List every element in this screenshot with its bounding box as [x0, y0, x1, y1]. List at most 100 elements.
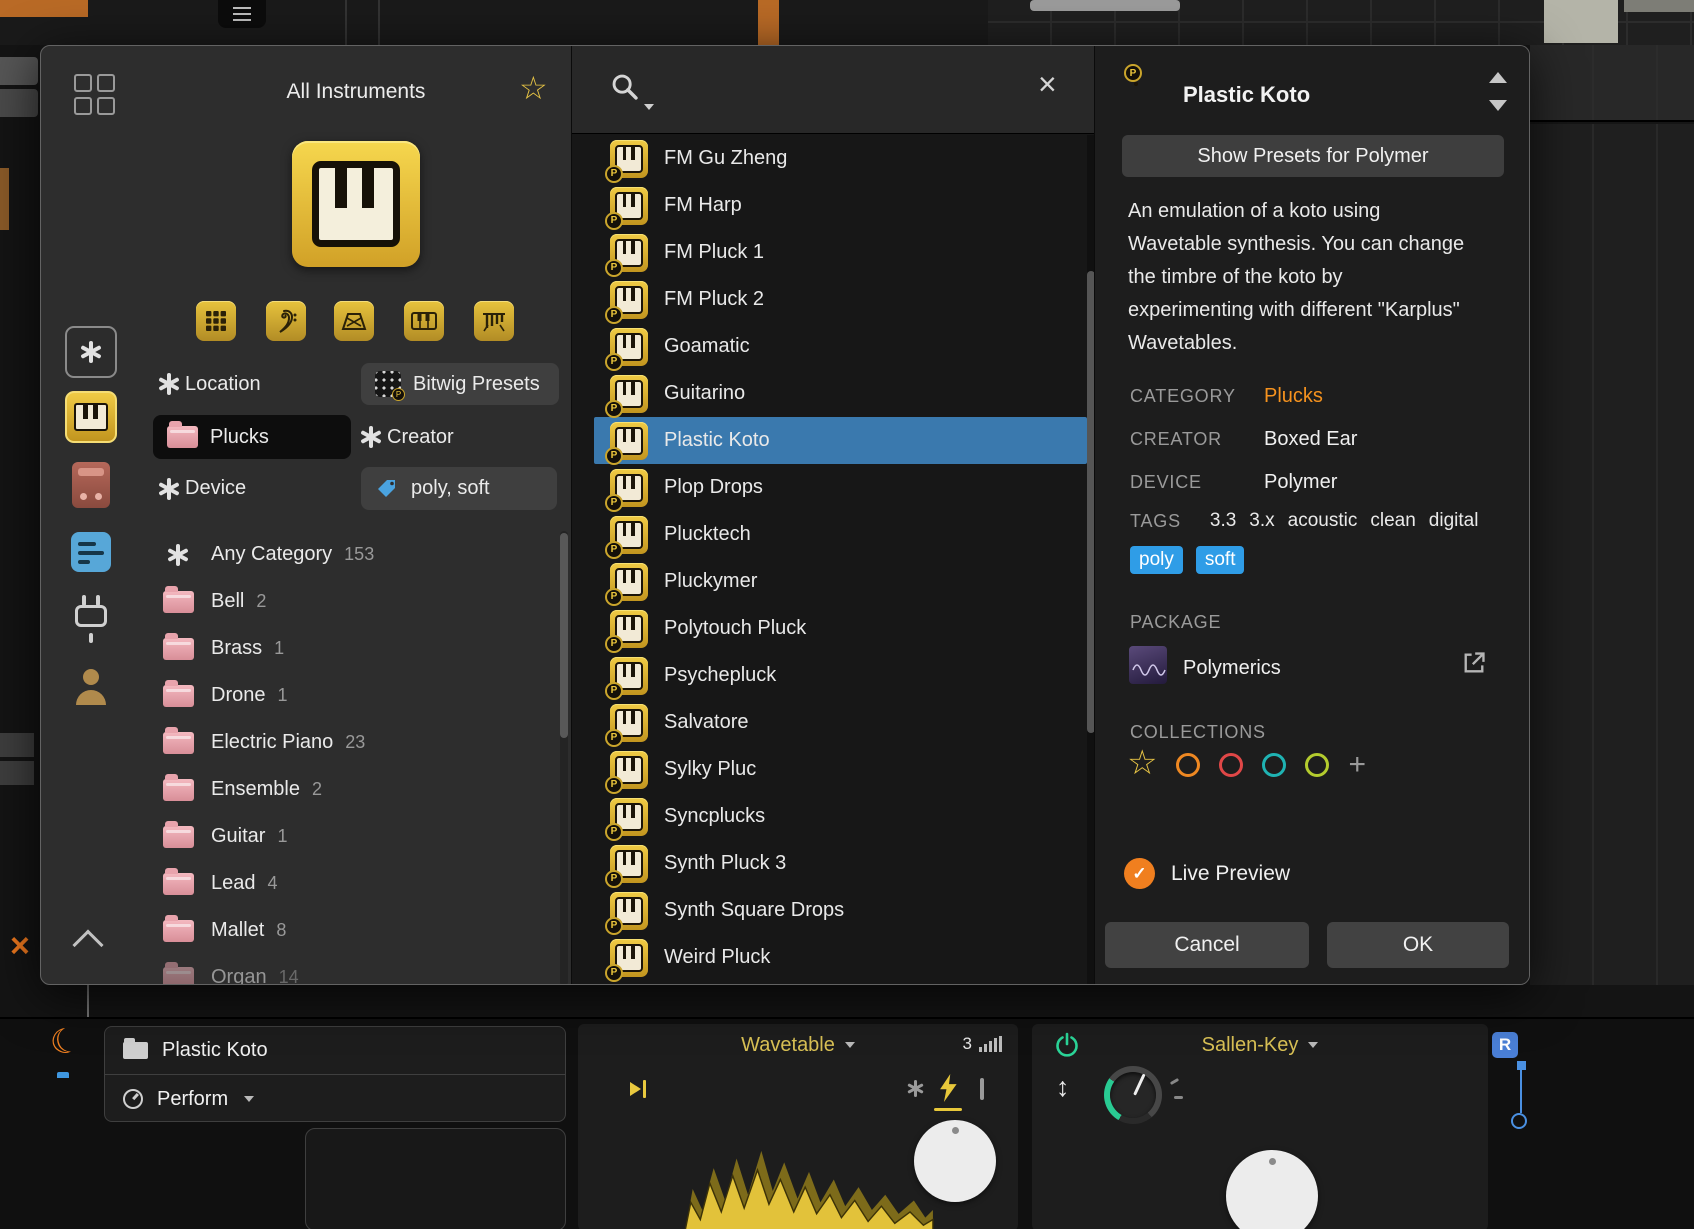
- preset-badge-icon: P: [605, 353, 623, 371]
- chimes-icon[interactable]: [474, 301, 514, 341]
- search-input[interactable]: [672, 66, 1012, 114]
- filter-bitwig-presets[interactable]: P Bitwig Presets: [361, 363, 559, 405]
- remote-badge[interactable]: R: [1492, 1032, 1518, 1058]
- preset-row[interactable]: P Plastic Koto: [594, 417, 1087, 464]
- collapse-chevron-icon[interactable]: [72, 929, 103, 960]
- favorite-star-icon[interactable]: ☆: [519, 72, 548, 104]
- ok-button[interactable]: OK: [1327, 922, 1509, 968]
- preset-label: Guitarino: [664, 382, 745, 405]
- rail-instruments-button[interactable]: [65, 391, 117, 443]
- filter-header[interactable]: Sallen-Key: [1032, 1024, 1488, 1066]
- preset-row[interactable]: P Synth Square Drops: [594, 887, 1087, 934]
- preset-row[interactable]: P Weird Pluck: [594, 934, 1087, 981]
- filter-creator[interactable]: Creator: [369, 415, 454, 459]
- collection-circle-icon[interactable]: [1219, 753, 1243, 777]
- resonance-knob[interactable]: [1226, 1150, 1318, 1229]
- preset-row[interactable]: P Syncplucks: [594, 793, 1087, 840]
- filter-plucks[interactable]: Plucks: [153, 415, 351, 459]
- category-row-any[interactable]: Any Category 153: [141, 531, 559, 578]
- preset-row[interactable]: P Plop Drops: [594, 464, 1087, 511]
- category-row[interactable]: Electric Piano 23: [141, 719, 559, 766]
- creator-value[interactable]: Boxed Ear: [1264, 428, 1357, 451]
- cancel-button[interactable]: Cancel: [1105, 922, 1309, 968]
- category-value[interactable]: Plucks: [1264, 385, 1323, 408]
- panel-close-icon[interactable]: ×: [10, 929, 30, 963]
- collection-circle-icon[interactable]: [1176, 753, 1200, 777]
- category-row[interactable]: Mallet 8: [141, 907, 559, 954]
- device-header-block: Plastic Koto Perform: [104, 1026, 566, 1122]
- preset-row[interactable]: P Plucktech: [594, 511, 1087, 558]
- keytrack-icon[interactable]: [630, 1080, 646, 1098]
- tag[interactable]: soft: [1196, 546, 1245, 574]
- preset-row[interactable]: P FM Pluck 1: [594, 229, 1087, 276]
- filter-device[interactable]: Device: [167, 467, 246, 510]
- preset-row[interactable]: P Goamatic: [594, 323, 1087, 370]
- category-row[interactable]: Brass 1: [141, 625, 559, 672]
- drum-pads-icon[interactable]: [196, 301, 236, 341]
- updown-arrows-icon[interactable]: ↕: [1056, 1074, 1070, 1101]
- tag[interactable]: 3.3: [1210, 510, 1236, 532]
- rail-effects-button[interactable]: [65, 459, 117, 511]
- category-row[interactable]: Ensemble 2: [141, 766, 559, 813]
- category-row[interactable]: Drone 1: [141, 672, 559, 719]
- category-count: 1: [277, 685, 287, 706]
- results-list: P FM Gu Zheng P FM Harp P: [594, 135, 1087, 985]
- moon-icon[interactable]: ☾: [46, 1022, 84, 1062]
- background-left-margin: ×: [0, 45, 40, 1017]
- phase-icon[interactable]: [980, 1078, 984, 1100]
- filter-tags[interactable]: poly, soft: [361, 467, 557, 510]
- all-instruments-icon[interactable]: [292, 141, 420, 267]
- preset-row[interactable]: P FM Gu Zheng: [594, 135, 1087, 182]
- bitwig-workspace: ×: [0, 0, 1694, 1229]
- collection-circle-icon[interactable]: [1262, 753, 1286, 777]
- device-perform-row[interactable]: Perform: [105, 1075, 565, 1123]
- preset-row[interactable]: P Guitarino: [594, 370, 1087, 417]
- device-value[interactable]: Polymer: [1264, 471, 1337, 494]
- wavetable-header[interactable]: Wavetable: [578, 1024, 1018, 1066]
- preset-row[interactable]: P Polytouch Pluck: [594, 605, 1087, 652]
- cutoff-knob[interactable]: [1104, 1066, 1162, 1124]
- category-row[interactable]: Lead 4: [141, 860, 559, 907]
- show-presets-button[interactable]: Show Presets for Polymer: [1122, 135, 1504, 177]
- preset-row[interactable]: P Synth Pluck 3: [594, 840, 1087, 887]
- scroll-up-icon[interactable]: [1489, 72, 1507, 83]
- preset-row[interactable]: P Pluckymer: [594, 558, 1087, 605]
- tag[interactable]: poly: [1130, 546, 1183, 574]
- tag[interactable]: acoustic: [1288, 510, 1358, 532]
- live-preview-toggle[interactable]: ✓ Live Preview: [1124, 858, 1290, 889]
- tag[interactable]: digital: [1429, 510, 1479, 532]
- preset-row[interactable]: P Salvatore: [594, 699, 1087, 746]
- preset-row[interactable]: P FM Pluck 2: [594, 276, 1087, 323]
- collection-star-icon[interactable]: ☆: [1127, 746, 1157, 780]
- preset-row[interactable]: P FM Harp: [594, 182, 1087, 229]
- scroll-down-icon[interactable]: [1489, 100, 1507, 111]
- search-dropdown-caret-icon[interactable]: [644, 104, 654, 110]
- external-link-icon[interactable]: [1461, 650, 1487, 676]
- bass-clef-icon[interactable]: [266, 301, 306, 341]
- add-collection-icon[interactable]: +: [1348, 750, 1366, 780]
- filter-bitwig-presets-label: Bitwig Presets: [413, 373, 540, 396]
- grid-view-icon[interactable]: [74, 74, 116, 116]
- category-row[interactable]: Organ 14: [141, 954, 559, 985]
- package-name[interactable]: Polymerics: [1183, 657, 1281, 680]
- preset-row[interactable]: P Sylky Pluc: [594, 746, 1087, 793]
- menu-button[interactable]: [218, 0, 266, 28]
- category-row[interactable]: Guitar 1: [141, 813, 559, 860]
- tag[interactable]: clean: [1370, 510, 1415, 532]
- preset-row[interactable]: P Psychepluck: [594, 652, 1087, 699]
- category-row[interactable]: Bell 2: [141, 578, 559, 625]
- search-icon[interactable]: [610, 72, 640, 102]
- rail-clips-button[interactable]: [65, 526, 117, 578]
- filter-scrollbar-thumb[interactable]: [560, 533, 568, 738]
- dulcimer-icon[interactable]: [334, 301, 374, 341]
- collection-circle-icon[interactable]: [1305, 753, 1329, 777]
- filter-location[interactable]: Location: [167, 363, 261, 405]
- search-clear-icon[interactable]: ×: [1038, 68, 1057, 100]
- tag[interactable]: 3.x: [1249, 510, 1274, 532]
- keyboard-icon[interactable]: [404, 301, 444, 341]
- wavetable-knob[interactable]: [914, 1120, 996, 1202]
- device-preset-row[interactable]: Plastic Koto: [105, 1027, 565, 1075]
- rail-any-source-button[interactable]: [65, 326, 117, 378]
- rail-user-button[interactable]: [65, 661, 117, 713]
- rail-modules-button[interactable]: [65, 593, 117, 645]
